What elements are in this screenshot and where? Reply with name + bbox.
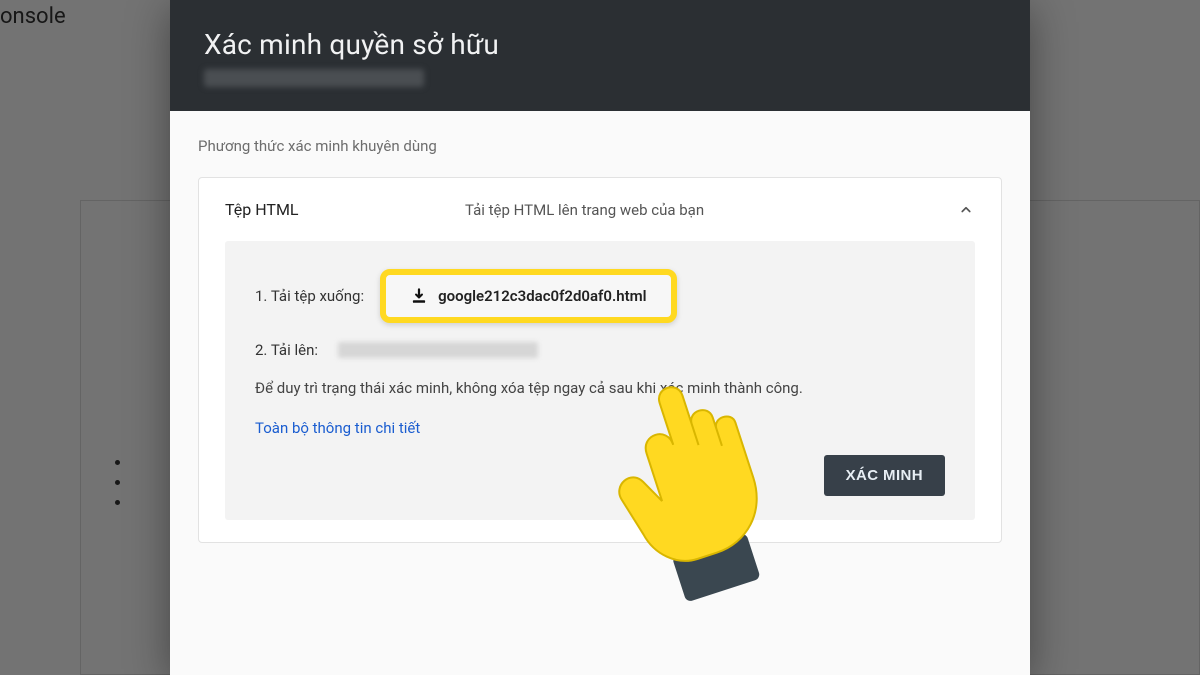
upload-target-url-blurred bbox=[338, 342, 538, 358]
download-filename: google212c3dac0f2d0af0.html bbox=[438, 287, 646, 305]
dialog-body: Phương thức xác minh khuyên dùng Tệp HTM… bbox=[170, 111, 1030, 675]
method-description: Tải tệp HTML lên trang web của bạn bbox=[465, 201, 957, 219]
verify-ownership-dialog: Xác minh quyền sở hữu Phương thức xác mi… bbox=[170, 0, 1030, 675]
method-body: 1. Tải tệp xuống: google212c3dac0f2d0af0… bbox=[225, 241, 975, 520]
recommended-method-label: Phương thức xác minh khuyên dùng bbox=[198, 137, 1002, 155]
dialog-property-url-blurred bbox=[204, 69, 424, 87]
download-file-button[interactable]: google212c3dac0f2d0af0.html bbox=[380, 269, 676, 323]
verification-note: Để duy trì trạng thái xác minh, không xó… bbox=[255, 377, 945, 400]
download-icon bbox=[410, 287, 428, 305]
verify-row: XÁC MINH bbox=[255, 455, 945, 496]
verification-method-card: Tệp HTML Tải tệp HTML lên trang web của … bbox=[198, 177, 1002, 543]
step-upload: 2. Tải lên: bbox=[255, 341, 945, 359]
full-details-link[interactable]: Toàn bộ thông tin chi tiết bbox=[255, 419, 420, 437]
method-header[interactable]: Tệp HTML Tải tệp HTML lên trang web của … bbox=[199, 178, 1001, 241]
method-name: Tệp HTML bbox=[225, 200, 465, 219]
step-download: 1. Tải tệp xuống: google212c3dac0f2d0af0… bbox=[255, 269, 945, 323]
step-download-label: 1. Tải tệp xuống: bbox=[255, 287, 364, 305]
step-upload-label: 2. Tải lên: bbox=[255, 341, 318, 359]
chevron-up-icon bbox=[957, 201, 975, 219]
verify-button[interactable]: XÁC MINH bbox=[824, 455, 945, 496]
dialog-header: Xác minh quyền sở hữu bbox=[170, 0, 1030, 111]
dialog-title: Xác minh quyền sở hữu bbox=[204, 28, 996, 61]
